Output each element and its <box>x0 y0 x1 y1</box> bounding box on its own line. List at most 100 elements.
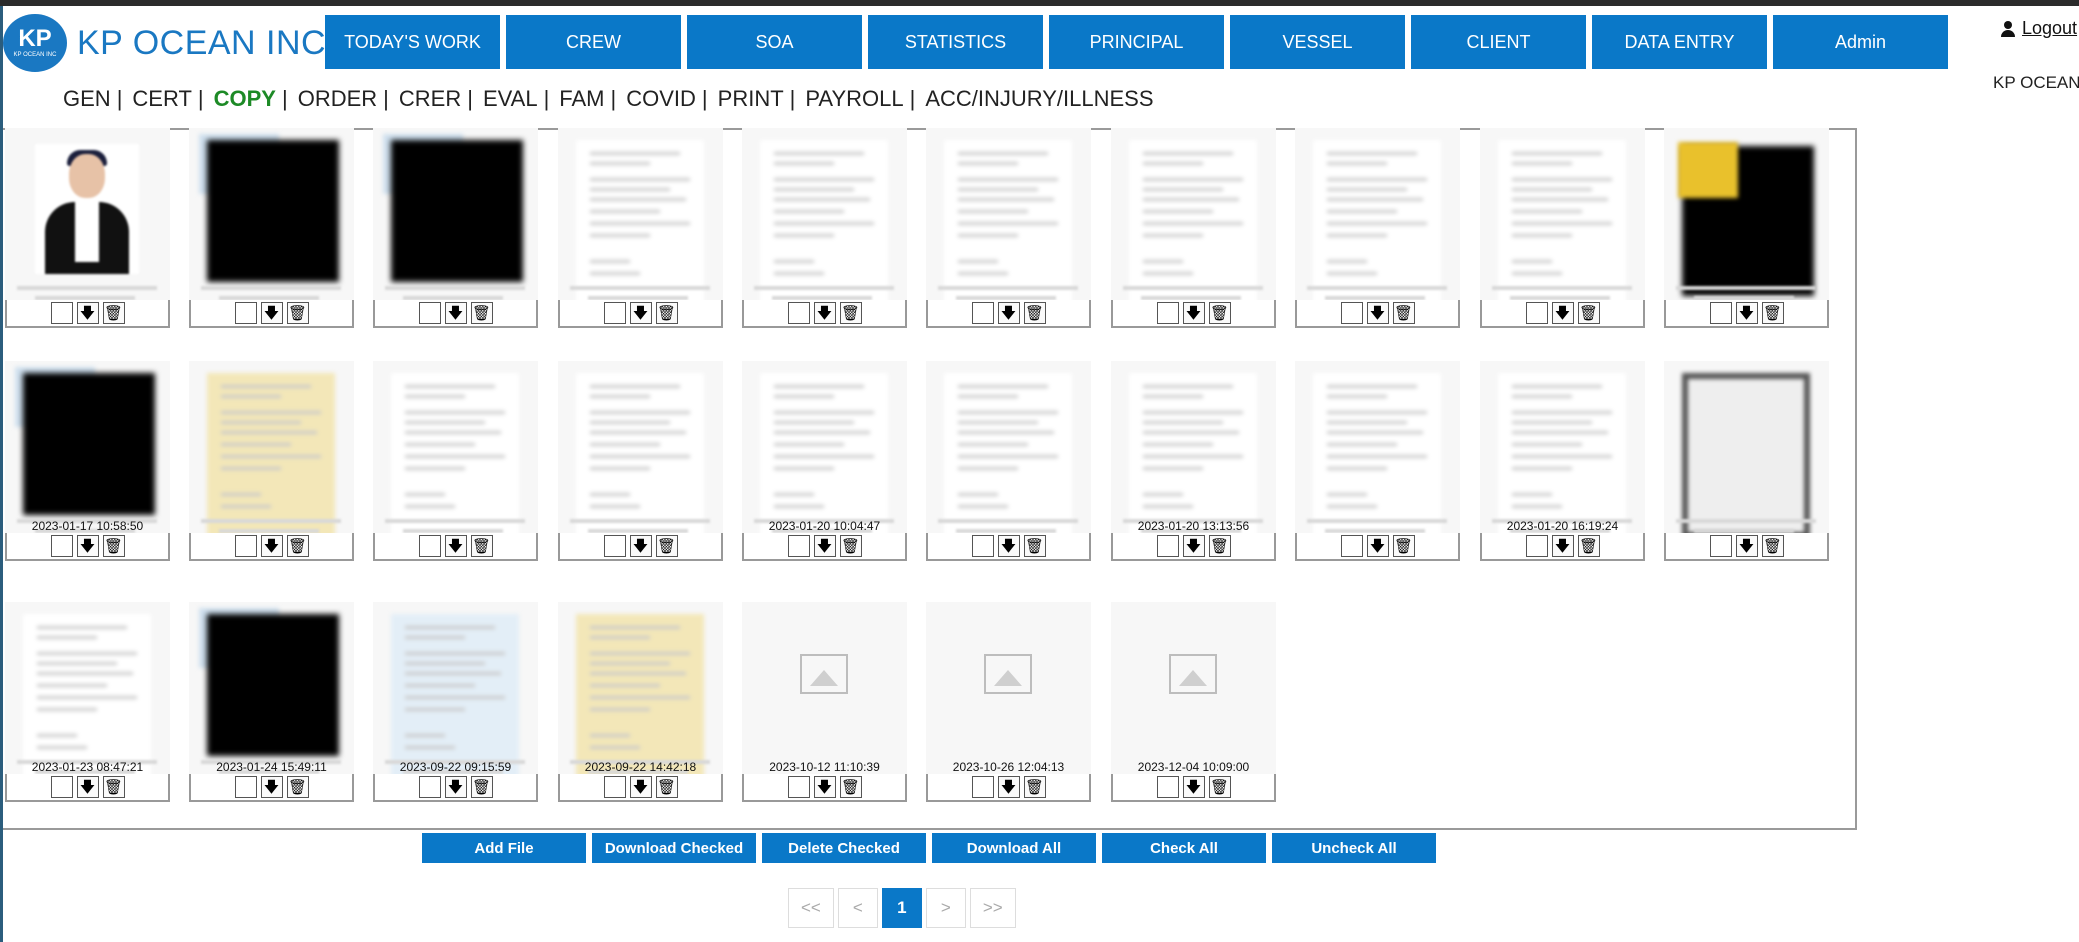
nav-todays-work[interactable]: TODAY'S WORK <box>325 15 500 69</box>
file-thumbnail[interactable] <box>1664 361 1829 556</box>
file-checkbox[interactable] <box>603 535 626 557</box>
file-thumbnail[interactable] <box>189 361 354 556</box>
add-file-button[interactable]: Add File <box>422 833 586 863</box>
file-checkbox[interactable] <box>50 776 73 798</box>
tab-gen[interactable]: GEN <box>63 86 111 112</box>
file-checkbox[interactable] <box>50 535 73 557</box>
download-icon[interactable]: 🡇 <box>76 302 99 324</box>
file-checkbox[interactable] <box>1709 535 1732 557</box>
file-thumbnail[interactable] <box>5 128 170 323</box>
trash-icon[interactable]: 🗑 <box>286 535 309 557</box>
download-icon[interactable]: 🡇 <box>444 776 467 798</box>
tab-payroll[interactable]: PAYROLL <box>805 86 903 112</box>
page-last-button[interactable]: >> <box>969 888 1016 928</box>
trash-icon[interactable]: 🗑 <box>1023 776 1046 798</box>
file-thumbnail[interactable] <box>1664 128 1829 323</box>
download-icon[interactable]: 🡇 <box>813 535 836 557</box>
trash-icon[interactable]: 🗑 <box>655 535 678 557</box>
page-first-button[interactable]: << <box>788 888 834 928</box>
trash-icon[interactable]: 🗑 <box>102 535 125 557</box>
trash-icon[interactable]: 🗑 <box>102 776 125 798</box>
download-icon[interactable]: 🡇 <box>260 535 283 557</box>
file-thumbnail[interactable] <box>558 128 723 323</box>
trash-icon[interactable]: 🗑 <box>839 535 862 557</box>
trash-icon[interactable]: 🗑 <box>102 302 125 324</box>
trash-icon[interactable]: 🗑 <box>1577 302 1600 324</box>
trash-icon[interactable]: 🗑 <box>286 302 309 324</box>
file-checkbox[interactable] <box>1156 302 1179 324</box>
download-icon[interactable]: 🡇 <box>1182 302 1205 324</box>
tab-eval[interactable]: EVAL <box>483 86 538 112</box>
download-icon[interactable]: 🡇 <box>76 535 99 557</box>
page-prev-button[interactable]: < <box>837 888 878 928</box>
download-icon[interactable]: 🡇 <box>1366 302 1389 324</box>
file-thumbnail[interactable] <box>189 128 354 323</box>
nav-soa[interactable]: SOA <box>687 15 862 69</box>
file-checkbox[interactable] <box>603 776 626 798</box>
file-thumbnail[interactable] <box>1295 128 1460 323</box>
file-thumbnail[interactable] <box>926 128 1091 323</box>
file-checkbox[interactable] <box>50 302 73 324</box>
download-icon[interactable]: 🡇 <box>76 776 99 798</box>
file-checkbox[interactable] <box>787 535 810 557</box>
logout-link[interactable]: Logout <box>2000 18 2077 39</box>
page-next-button[interactable]: > <box>925 888 966 928</box>
download-icon[interactable]: 🡇 <box>629 302 652 324</box>
uncheck-all-button[interactable]: Uncheck All <box>1272 833 1436 863</box>
trash-icon[interactable]: 🗑 <box>1761 535 1784 557</box>
tab-print[interactable]: PRINT <box>718 86 784 112</box>
file-checkbox[interactable] <box>787 776 810 798</box>
trash-icon[interactable]: 🗑 <box>470 535 493 557</box>
tab-fam[interactable]: FAM <box>559 86 604 112</box>
file-checkbox[interactable] <box>418 776 441 798</box>
trash-icon[interactable]: 🗑 <box>470 776 493 798</box>
trash-icon[interactable]: 🗑 <box>839 302 862 324</box>
file-checkbox[interactable] <box>1709 302 1732 324</box>
tab-crer[interactable]: CRER <box>399 86 461 112</box>
trash-icon[interactable]: 🗑 <box>839 776 862 798</box>
download-icon[interactable]: 🡇 <box>1182 776 1205 798</box>
file-thumbnail[interactable] <box>742 128 907 323</box>
file-thumbnail[interactable] <box>1480 128 1645 323</box>
download-icon[interactable]: 🡇 <box>1551 535 1574 557</box>
file-checkbox[interactable] <box>234 302 257 324</box>
nav-data-entry[interactable]: DATA ENTRY <box>1592 15 1767 69</box>
tab-cert[interactable]: CERT <box>132 86 192 112</box>
file-thumbnail[interactable] <box>1295 361 1460 556</box>
download-icon[interactable]: 🡇 <box>629 535 652 557</box>
nav-principal[interactable]: PRINCIPAL <box>1049 15 1224 69</box>
file-thumbnail[interactable] <box>926 361 1091 556</box>
logout-label[interactable]: Logout <box>2022 18 2077 39</box>
trash-icon[interactable]: 🗑 <box>655 776 678 798</box>
download-icon[interactable]: 🡇 <box>260 302 283 324</box>
logo[interactable]: KP KP OCEAN INC KP OCEAN INC <box>3 14 326 72</box>
trash-icon[interactable]: 🗑 <box>1023 302 1046 324</box>
trash-icon[interactable]: 🗑 <box>1761 302 1784 324</box>
download-icon[interactable]: 🡇 <box>1551 302 1574 324</box>
trash-icon[interactable]: 🗑 <box>1392 302 1415 324</box>
download-icon[interactable]: 🡇 <box>997 302 1020 324</box>
file-checkbox[interactable] <box>971 776 994 798</box>
nav-client[interactable]: CLIENT <box>1411 15 1586 69</box>
trash-icon[interactable]: 🗑 <box>470 302 493 324</box>
file-checkbox[interactable] <box>1525 302 1548 324</box>
download-icon[interactable]: 🡇 <box>997 776 1020 798</box>
download-icon[interactable]: 🡇 <box>997 535 1020 557</box>
download-all-button[interactable]: Download All <box>932 833 1096 863</box>
nav-statistics[interactable]: STATISTICS <box>868 15 1043 69</box>
tab-copy[interactable]: COPY <box>214 86 276 112</box>
delete-checked-button[interactable]: Delete Checked <box>762 833 926 863</box>
download-checked-button[interactable]: Download Checked <box>592 833 756 863</box>
trash-icon[interactable]: 🗑 <box>286 776 309 798</box>
download-icon[interactable]: 🡇 <box>1366 535 1389 557</box>
trash-icon[interactable]: 🗑 <box>655 302 678 324</box>
download-icon[interactable]: 🡇 <box>444 302 467 324</box>
check-all-button[interactable]: Check All <box>1102 833 1266 863</box>
file-checkbox[interactable] <box>418 535 441 557</box>
download-icon[interactable]: 🡇 <box>813 302 836 324</box>
file-checkbox[interactable] <box>1156 776 1179 798</box>
trash-icon[interactable]: 🗑 <box>1392 535 1415 557</box>
nav-crew[interactable]: CREW <box>506 15 681 69</box>
file-checkbox[interactable] <box>234 535 257 557</box>
download-icon[interactable]: 🡇 <box>1735 535 1758 557</box>
